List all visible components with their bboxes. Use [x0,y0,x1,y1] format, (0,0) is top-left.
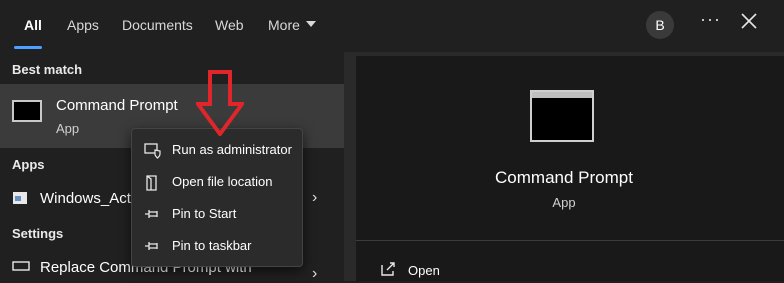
command-prompt-icon [12,100,42,122]
chevron-right-icon[interactable]: › [312,265,317,283]
section-settings: Settings [12,226,64,241]
more-options-icon[interactable]: ··· [700,9,721,30]
menu-item-label: Open file location [172,174,273,189]
menu-item-label: Pin to taskbar [172,238,252,253]
preview-divider [356,240,784,241]
menu-item-open-file-location[interactable]: Open file location [132,167,302,197]
section-apps: Apps [12,157,45,172]
tab-more[interactable]: More [268,17,316,33]
avatar[interactable]: B [646,11,674,39]
annotation-arrow-icon [196,70,244,136]
menu-item-label: Pin to Start [172,206,237,221]
pin-icon [145,210,158,218]
shield-icon [144,143,161,159]
best-match-title: Command Prompt [56,97,178,114]
menu-item-pin-to-taskbar[interactable]: Pin to taskbar [132,231,302,261]
app-item-label[interactable]: Windows_Act [40,190,131,207]
menu-item-run-as-administrator[interactable]: Run as administrator [132,135,302,165]
best-match-subtitle: App [56,121,80,136]
tab-more-label: More [268,17,300,33]
menu-item-pin-to-start[interactable]: Pin to Start [132,199,302,229]
close-icon[interactable] [741,13,757,29]
menu-item-label: Run as administrator [172,142,292,157]
tab-web[interactable]: Web [215,17,244,33]
pin-icon [145,242,158,250]
app-window-icon [13,192,27,204]
section-best-match: Best match [12,62,83,77]
context-menu: Run as administrator Open file location … [131,128,303,267]
command-prompt-large-icon [530,90,594,142]
tab-documents[interactable]: Documents [122,17,193,33]
tab-all[interactable]: All [24,17,42,33]
active-tab-indicator [14,46,42,49]
chevron-down-icon [305,21,316,28]
folder-icon [146,175,157,191]
tab-apps[interactable]: Apps [67,17,99,33]
settings-display-icon [12,261,30,271]
open-icon [381,262,395,276]
search-top-bar: All Apps Documents Web More B ··· [0,0,784,52]
open-action[interactable]: Open [408,263,440,278]
